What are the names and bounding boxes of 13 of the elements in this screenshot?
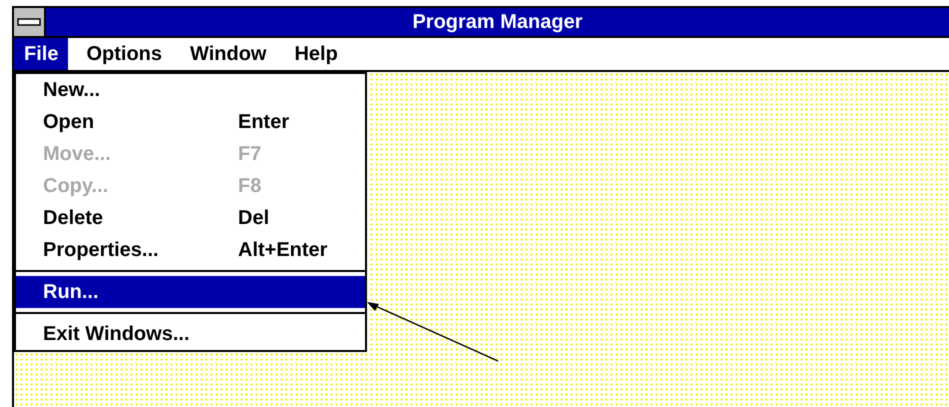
menu-item[interactable]: Exit Windows...	[16, 318, 365, 350]
system-menu-button[interactable]	[14, 8, 46, 36]
menu-item[interactable]: Properties... Alt+Enter	[16, 234, 365, 266]
menu-bar-item[interactable]: File	[14, 38, 68, 70]
menu-item[interactable]: Delete Del	[16, 202, 365, 234]
window-title: Program Manager	[412, 10, 583, 35]
menu-item[interactable]: New...	[16, 74, 365, 106]
menu-bar-item[interactable]: Options	[76, 38, 172, 70]
menu-item[interactable]: Run...	[16, 276, 365, 308]
menu-item[interactable]: Open Enter	[16, 106, 365, 138]
menu-bar-item[interactable]: Window	[180, 38, 276, 70]
minus-icon	[17, 18, 41, 26]
menu-bar-item[interactable]: Help	[284, 38, 348, 70]
